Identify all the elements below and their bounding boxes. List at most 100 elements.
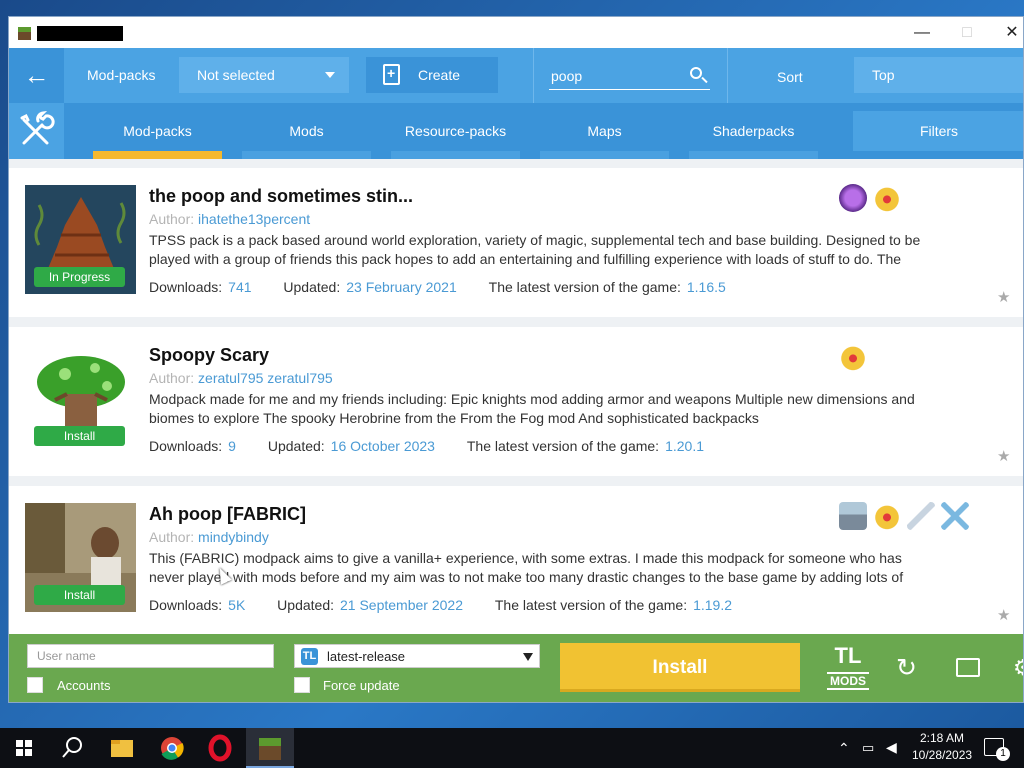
version-value: 1.16.5	[686, 279, 726, 295]
tab-label: Maps	[587, 123, 622, 139]
modpack-thumbnail: In Progress	[25, 185, 136, 294]
back-button[interactable]: ←	[9, 48, 64, 103]
modpack-meta: Downloads: 5K Updated: 21 September 2022 T…	[149, 597, 732, 613]
volume-muted-icon[interactable]: ◀	[886, 739, 897, 756]
modpack-title[interactable]: Ah poop [FABRIC]	[149, 504, 306, 525]
logo-bottom: MODS	[827, 672, 869, 690]
tab-maps[interactable]: Maps	[540, 103, 669, 159]
opera-icon	[208, 734, 232, 762]
tab-modpacks[interactable]: Mod-packs	[93, 103, 222, 159]
taskbar-search-button[interactable]	[48, 728, 96, 768]
minecraft-block-icon	[259, 738, 281, 760]
chrome-icon	[161, 737, 184, 760]
modpack-list: In Progress the poop and sometimes stin.…	[9, 159, 1023, 634]
arrow-left-icon: ←	[23, 60, 50, 90]
favorite-star-icon[interactable]: ★	[997, 290, 1011, 305]
chevron-down-icon	[325, 72, 335, 78]
taskbar-launcher[interactable]	[246, 728, 294, 768]
author-link[interactable]: zeratul795 zeratul795	[198, 370, 333, 386]
taskbar-opera[interactable]	[196, 728, 244, 768]
author-line: Author: ihatethe13percent	[149, 211, 310, 227]
modpack-description: Modpack made for me and my friends inclu…	[149, 391, 915, 426]
downloads-label: Downloads:	[149, 279, 223, 295]
maximize-button[interactable]: □	[950, 21, 984, 45]
list-item[interactable]: Install Ah poop [FABRIC] Author: mindybi…	[9, 486, 1023, 634]
tools-button[interactable]	[9, 103, 64, 159]
version-select[interactable]: TL latest-release	[294, 644, 540, 668]
modpack-thumbnail: Install	[25, 344, 136, 453]
clock[interactable]: 2:18 AM 10/28/2023	[912, 731, 972, 762]
tab-indicator	[93, 151, 222, 159]
tray-chevron-icon[interactable]: ⌃	[838, 740, 850, 757]
search-input[interactable]: poop	[549, 62, 710, 90]
tab-label: Mods	[289, 123, 324, 139]
taskbar-explorer[interactable]	[98, 728, 146, 768]
modpack-title[interactable]: the poop and sometimes stin...	[149, 186, 413, 207]
accounts-checkbox[interactable]	[27, 677, 43, 693]
magic-orb-icon	[839, 184, 867, 212]
username-input[interactable]: User name	[27, 644, 274, 668]
tab-label: Resource-packs	[404, 123, 507, 139]
tab-indicator	[689, 151, 818, 159]
crown-icon	[839, 343, 867, 371]
list-item[interactable]: Install Spoopy Scary Author: zeratul795 …	[9, 327, 1023, 476]
search-icon[interactable]	[690, 67, 702, 79]
filters-button[interactable]: Filters	[853, 111, 1023, 151]
modpack-select[interactable]: Not selected	[179, 57, 349, 93]
redacted-title	[37, 26, 123, 41]
category-tabs: Mod-packs Mods Resource-packs Maps Shade…	[9, 103, 1023, 159]
windows-logo-icon	[16, 740, 32, 756]
install-button[interactable]: Install	[560, 643, 800, 692]
downloads-label: Downloads:	[149, 597, 223, 613]
tab-indicator	[242, 151, 371, 159]
minimize-button[interactable]: —	[905, 21, 939, 45]
tab-mods[interactable]: Mods	[242, 103, 371, 159]
force-update-checkbox[interactable]	[294, 677, 310, 693]
downloads-value: 5K	[228, 597, 246, 613]
file-explorer-icon	[111, 740, 133, 757]
updated-value: 16 October 2023	[330, 438, 435, 454]
top-toolbar: ← Mod-packs Not selected Create poop Sor…	[9, 48, 1023, 103]
taskbar-chrome[interactable]	[148, 728, 196, 768]
favorite-star-icon[interactable]: ★	[997, 608, 1011, 623]
author-line: Author: mindybindy	[149, 529, 269, 545]
bottom-bar: User name Accounts TL latest-release For…	[9, 634, 1023, 702]
tl-logo-icon: TL	[301, 648, 318, 665]
divider	[533, 48, 534, 103]
close-button[interactable]: ✕	[995, 21, 1023, 45]
author-label: Author:	[149, 211, 195, 227]
tab-indicator	[391, 151, 520, 159]
search-icon	[62, 737, 82, 758]
tlmods-logo[interactable]: TL MODS	[827, 644, 869, 694]
tab-resource-packs[interactable]: Resource-packs	[391, 103, 520, 159]
updated-label: Updated:	[283, 279, 341, 295]
create-button[interactable]: Create	[366, 57, 498, 93]
notification-count: 1	[996, 747, 1010, 761]
author-link[interactable]: ihatethe13percent	[198, 211, 310, 227]
list-item[interactable]: In Progress the poop and sometimes stin.…	[9, 168, 1023, 317]
status-badge[interactable]: In Progress	[34, 267, 125, 287]
folder-icon[interactable]	[956, 658, 980, 677]
refresh-icon[interactable]: ↻	[896, 655, 917, 681]
modpack-thumbnail: Install	[25, 503, 136, 612]
author-link[interactable]: mindybindy	[198, 529, 269, 545]
modpack-description: TPSS pack is a pack based around world e…	[149, 232, 921, 267]
start-button[interactable]	[0, 728, 48, 768]
network-icon[interactable]: ▭	[862, 740, 874, 756]
create-label: Create	[418, 67, 461, 83]
sort-select[interactable]: Top	[854, 57, 1023, 93]
updated-label: Updated:	[267, 438, 325, 454]
search-value: poop	[551, 68, 583, 84]
author-line: Author: zeratul795 zeratul795	[149, 370, 333, 386]
gear-icon[interactable]: ⚙	[1013, 655, 1023, 681]
modpack-meta: Downloads: 9 Updated: 16 October 2023 The …	[149, 438, 704, 454]
install-badge[interactable]: Install	[34, 585, 125, 605]
downloads-value: 741	[228, 279, 252, 295]
tab-shaderpacks[interactable]: Shaderpacks	[689, 103, 818, 159]
favorite-star-icon[interactable]: ★	[997, 449, 1011, 464]
author-label: Author:	[149, 529, 195, 545]
accounts-label: Accounts	[57, 678, 111, 693]
force-update-label: Force update	[323, 678, 400, 693]
install-badge[interactable]: Install	[34, 426, 125, 446]
modpack-title[interactable]: Spoopy Scary	[149, 345, 269, 366]
